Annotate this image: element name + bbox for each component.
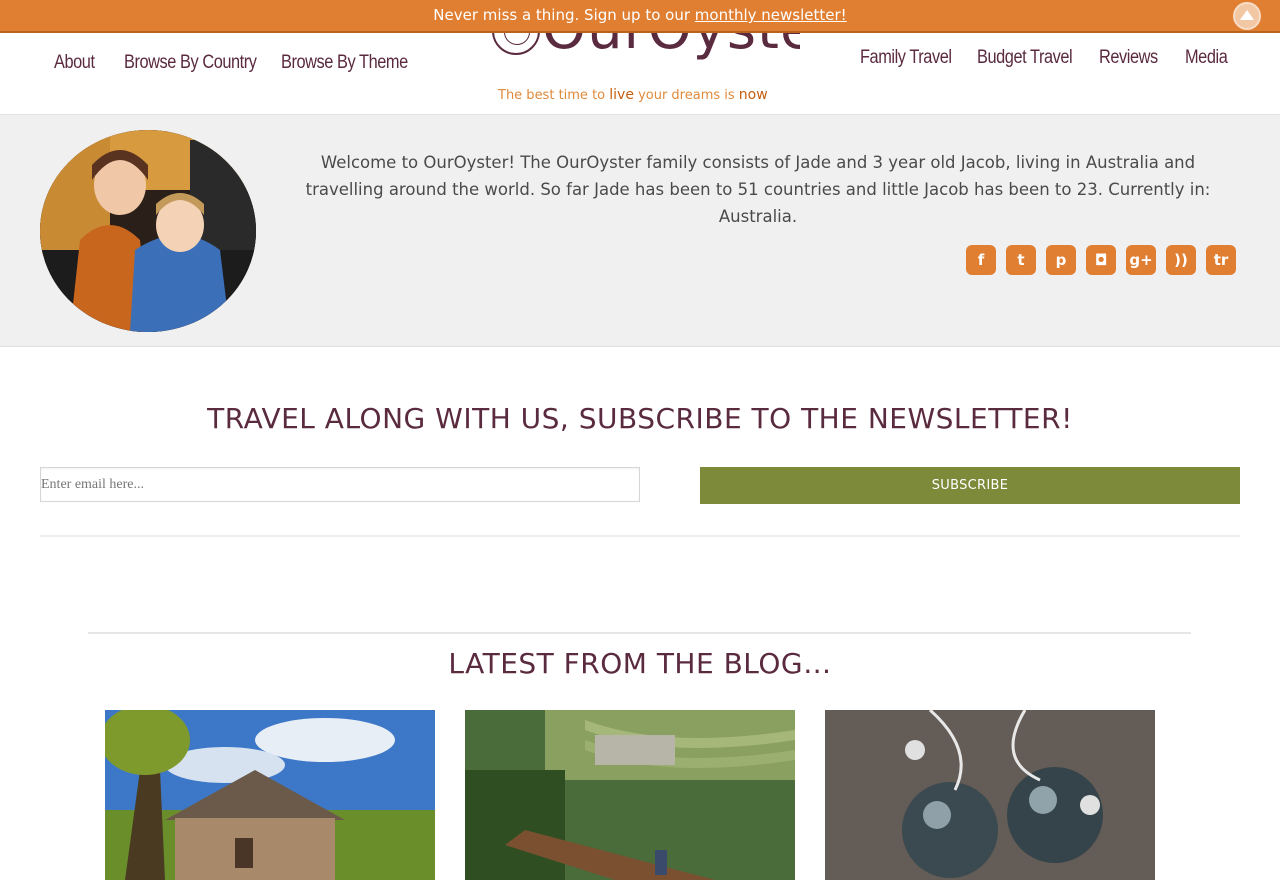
blog-post-card-1[interactable] bbox=[105, 710, 435, 880]
blog-heading: LATEST FROM THE BLOG… bbox=[448, 647, 832, 680]
tripadvisor-icon[interactable]: tr bbox=[1206, 245, 1236, 275]
logo-emblem-icon bbox=[492, 33, 540, 55]
notice-text: Never miss a thing. Sign up to our month… bbox=[0, 6, 1280, 24]
site-logo[interactable]: OurOyster The best time to live your dre… bbox=[480, 33, 800, 115]
blog-post-image bbox=[825, 710, 1155, 880]
blog-post-image bbox=[105, 710, 435, 880]
blog-post-image bbox=[465, 710, 795, 880]
page-root: Never miss a thing. Sign up to our month… bbox=[0, 0, 1280, 880]
instagram-icon[interactable]: ◘ bbox=[1086, 245, 1116, 275]
scroll-to-top-icon[interactable] bbox=[1233, 2, 1261, 30]
blog-post-card-2[interactable] bbox=[465, 710, 795, 880]
google-plus-icon[interactable]: g+ bbox=[1126, 245, 1156, 275]
nav-media[interactable]: Media bbox=[1185, 47, 1228, 69]
welcome-text: Welcome to OurOyster! The OurOyster fami… bbox=[305, 153, 1211, 226]
avatar bbox=[40, 130, 256, 332]
divider bbox=[88, 632, 1191, 634]
nav-browse-by-country[interactable]: Browse By Country bbox=[124, 52, 257, 74]
nav-browse-by-theme[interactable]: Browse By Theme bbox=[281, 52, 408, 74]
nav-about[interactable]: About bbox=[54, 52, 95, 74]
newsletter-notice-bar: Never miss a thing. Sign up to our month… bbox=[0, 0, 1280, 33]
nav-reviews[interactable]: Reviews bbox=[1099, 47, 1158, 69]
social-links: f t p ◘ g+ )) tr bbox=[966, 245, 1240, 277]
newsletter-heading: TRAVEL ALONG WITH US, SUBSCRIBE TO THE N… bbox=[207, 402, 1073, 435]
facebook-icon[interactable]: f bbox=[966, 245, 996, 275]
site-header: About Browse By Country Browse By Theme … bbox=[0, 33, 1280, 115]
blog-post-card-3[interactable] bbox=[825, 710, 1155, 880]
logo-text: OurOyster bbox=[542, 33, 800, 62]
pinterest-icon[interactable]: p bbox=[1046, 245, 1076, 275]
rss-icon[interactable]: )) bbox=[1166, 245, 1196, 275]
site-tagline: The best time to live your dreams is now bbox=[498, 87, 768, 103]
divider bbox=[40, 535, 1240, 537]
twitter-icon[interactable]: t bbox=[1006, 245, 1036, 275]
profile-section: Welcome to OurOyster! The OurOyster fami… bbox=[0, 115, 1280, 347]
subscribe-button[interactable]: SUBSCRIBE bbox=[700, 467, 1240, 504]
email-field[interactable] bbox=[40, 467, 640, 502]
notice-message: Never miss a thing. Sign up to our bbox=[433, 6, 691, 24]
nav-budget-travel[interactable]: Budget Travel bbox=[977, 47, 1073, 69]
nav-family-travel[interactable]: Family Travel bbox=[860, 47, 952, 69]
newsletter-link[interactable]: monthly newsletter! bbox=[695, 6, 847, 24]
